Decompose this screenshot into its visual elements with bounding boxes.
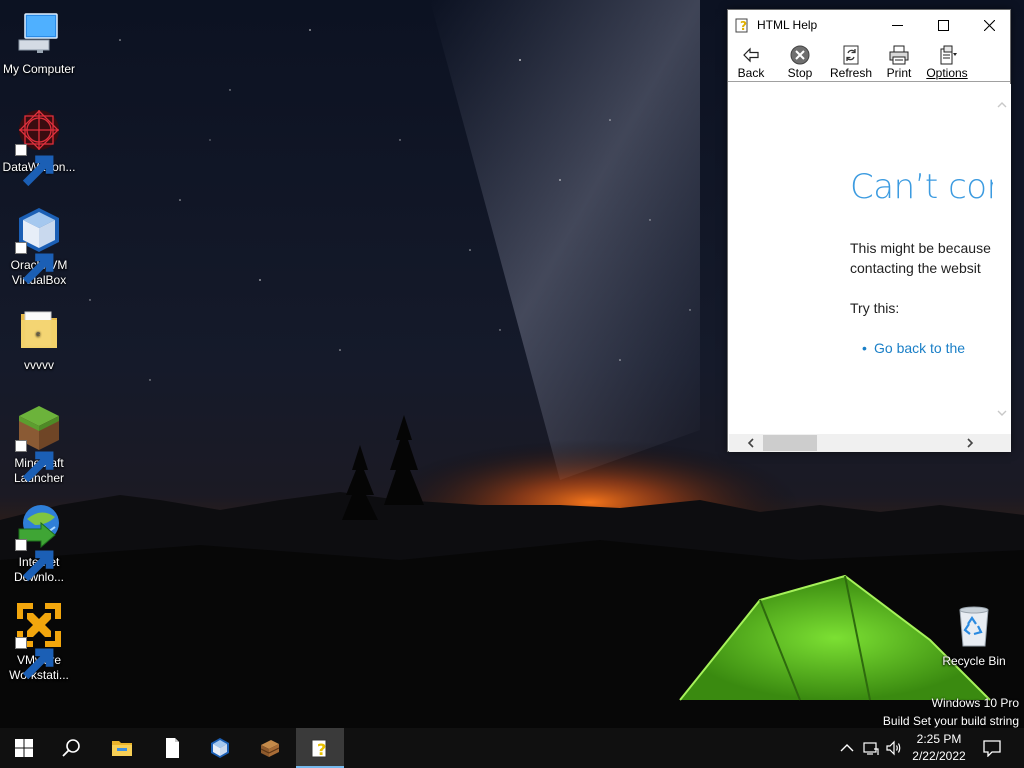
scrollbar-corner xyxy=(993,434,1011,452)
windows-logo-icon xyxy=(15,739,33,757)
chevron-up-icon[interactable] xyxy=(839,740,855,756)
print-icon xyxy=(889,45,909,65)
scroll-left-arrow-icon[interactable] xyxy=(746,438,756,448)
error-try-this: Try this: xyxy=(850,300,900,316)
svg-text:?: ? xyxy=(740,19,747,33)
stop-button-label: Stop xyxy=(787,66,813,80)
desktop-icon-label: My Computer xyxy=(2,62,76,76)
clock-date: 2/22/2022 xyxy=(912,749,966,763)
watermark-edition: Windows 10 Pro xyxy=(931,696,1019,710)
scroll-down-arrow-icon[interactable] xyxy=(997,408,1007,418)
desktop-icon-my-computer[interactable]: My Computer xyxy=(1,10,77,77)
archive-icon xyxy=(260,740,280,757)
maximize-icon xyxy=(937,20,949,31)
desktop-icon-recycle-bin[interactable]: Recycle Bin xyxy=(936,602,1012,669)
back-arrow-icon xyxy=(743,47,759,63)
notepad-icon xyxy=(166,738,179,758)
computer-icon xyxy=(18,13,58,53)
recycle-bin-icon xyxy=(959,606,989,647)
options-button[interactable]: Options xyxy=(924,43,970,81)
folder-icon: e xyxy=(21,311,57,348)
options-icon xyxy=(940,45,957,65)
taskbar: ? 2:25 PM 2/22/2022 xyxy=(0,728,1024,768)
shortcut-arrow-icon xyxy=(15,440,54,483)
desktop-icon-virtualbox[interactable]: Oracle VM VirtualBox xyxy=(1,206,77,288)
desktop-icon-minecraft-launcher[interactable]: Minecraft Launcher xyxy=(1,404,77,486)
bullet-icon: • xyxy=(862,340,867,356)
windows-watermark: Windows 10 Pro Build Set your build stri… xyxy=(883,694,1019,730)
refresh-icon xyxy=(843,45,859,65)
back-button-label: Back xyxy=(737,66,765,80)
vertical-scrollbar[interactable] xyxy=(993,84,1011,434)
scroll-right-arrow-icon[interactable] xyxy=(965,438,975,448)
maximize-button[interactable] xyxy=(920,10,966,41)
html-help-icon: ? xyxy=(735,18,748,33)
taskbar-virtualbox[interactable] xyxy=(196,728,244,768)
horizontal-scroll-thumb[interactable] xyxy=(763,435,817,451)
refresh-button-label: Refresh xyxy=(829,66,873,80)
desktop-icon-internet-download-manager[interactable]: Internet Downlo... xyxy=(1,503,77,585)
shortcut-arrow-icon xyxy=(15,242,54,285)
help-content-pane[interactable]: Can’t con This might be because contacti… xyxy=(729,84,993,434)
desktop-icon-label: vvvvv xyxy=(24,358,54,372)
desktop-icon-datawagon[interactable]: DataWagon... xyxy=(1,108,77,187)
taskbar-notepad[interactable] xyxy=(148,728,196,768)
print-button-label: Print xyxy=(886,66,912,80)
error-title: Can’t con xyxy=(850,167,993,207)
options-button-label: Options xyxy=(926,66,968,80)
notification-icon[interactable] xyxy=(983,739,1001,757)
svg-text:e: e xyxy=(36,330,40,338)
stop-button[interactable]: Stop xyxy=(781,43,819,81)
html-help-window[interactable]: ? HTML Help Back Stop Refresh Print Opti… xyxy=(727,9,1011,452)
window-titlebar[interactable]: ? HTML Help xyxy=(728,10,1010,41)
back-button[interactable]: Back xyxy=(732,43,770,81)
taskbar-html-help[interactable]: ? xyxy=(296,728,344,768)
scroll-up-arrow-icon[interactable] xyxy=(997,100,1007,110)
file-explorer-icon xyxy=(112,741,132,756)
taskbar-file-explorer[interactable] xyxy=(98,728,146,768)
desktop-icon-vvvvv-folder[interactable]: e vvvvv xyxy=(1,306,77,373)
svg-text:?: ? xyxy=(317,740,326,759)
window-title: HTML Help xyxy=(757,18,818,32)
search-button[interactable] xyxy=(48,728,96,768)
taskbar-archive-app[interactable] xyxy=(246,728,294,768)
error-message-line-1: This might be because xyxy=(850,240,991,256)
minimize-icon xyxy=(891,25,903,26)
virtualbox-icon xyxy=(211,738,229,758)
shortcut-arrow-icon xyxy=(15,144,54,187)
horizontal-scrollbar[interactable] xyxy=(729,434,993,452)
network-icon[interactable] xyxy=(863,740,879,756)
clock-time: 2:25 PM xyxy=(916,732,962,746)
error-message-line-2: contacting the websit xyxy=(850,260,981,276)
desktop-icon-vmware-workstation[interactable]: VMware Workstati... xyxy=(1,601,77,683)
help-toolbar: Back Stop Refresh Print Options xyxy=(728,41,1010,82)
minimize-button[interactable] xyxy=(874,10,920,41)
go-back-link-item: • Go back to the xyxy=(862,340,965,356)
shortcut-arrow-icon xyxy=(15,539,54,582)
close-icon xyxy=(983,20,995,31)
start-button[interactable] xyxy=(0,728,48,768)
desktop-icon-label: Recycle Bin xyxy=(942,654,1006,668)
stop-icon xyxy=(790,45,810,65)
search-icon xyxy=(62,739,80,757)
volume-icon[interactable] xyxy=(886,740,902,756)
shortcut-arrow-icon xyxy=(15,637,54,680)
html-help-icon: ? xyxy=(311,739,327,759)
close-button[interactable] xyxy=(966,10,1012,41)
go-back-link[interactable]: Go back to the xyxy=(874,340,965,356)
print-button[interactable]: Print xyxy=(882,43,916,81)
system-clock[interactable]: 2:25 PM 2/22/2022 xyxy=(906,731,972,765)
refresh-button[interactable]: Refresh xyxy=(828,43,874,81)
